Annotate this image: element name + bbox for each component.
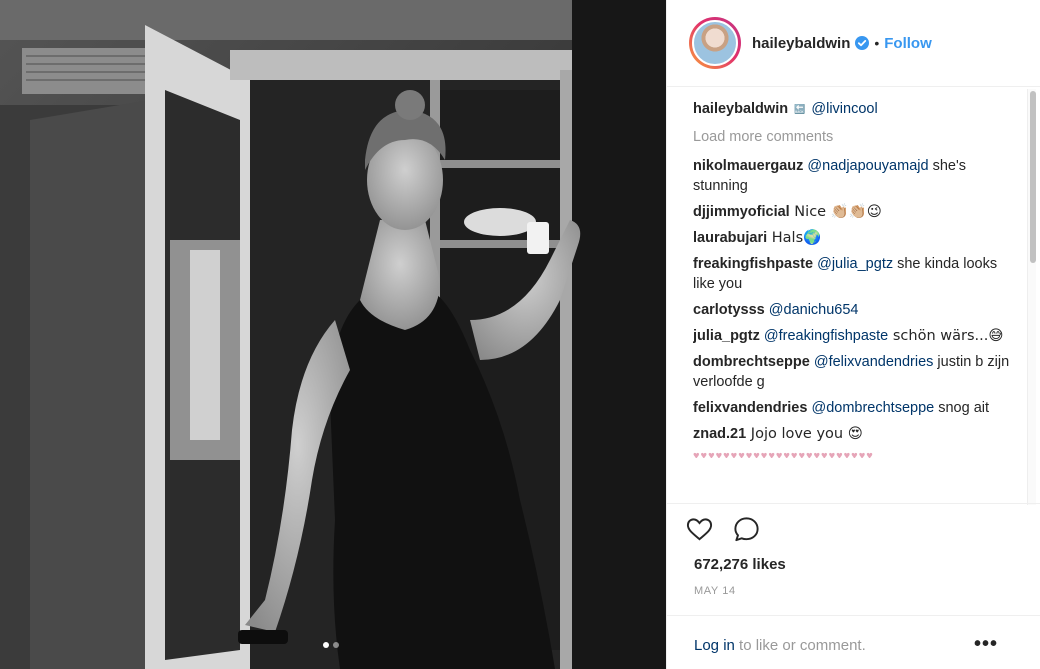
likes-count[interactable]: 672,276 likes	[694, 556, 786, 573]
caption-mention[interactable]: @livincool	[811, 101, 877, 117]
verified-badge-icon	[855, 36, 870, 50]
comment-icon[interactable]	[732, 515, 761, 544]
login-bar: Log in to like or comment. •••	[667, 615, 1040, 669]
back-arrow-icon: 🔙	[794, 104, 806, 115]
comment-mention[interactable]: @dombrechtseppe	[811, 400, 934, 416]
comment-item: znad.21 Jojo love you 😍	[693, 424, 1013, 444]
carousel-dots[interactable]	[323, 642, 339, 648]
caption: haileybaldwin 🔙 @livincool	[693, 99, 1013, 119]
login-link[interactable]: Log in	[694, 637, 735, 654]
comment-username[interactable]: laurabujari	[693, 230, 767, 246]
clipped-comment-row: ♥♥♥♥♥♥♥♥♥♥♥♥♥♥♥♥♥♥♥♥♥♥♥♥	[693, 450, 874, 458]
avatar[interactable]	[692, 20, 738, 66]
avatar-ring[interactable]	[689, 17, 741, 69]
comment-mention[interactable]: @freakingfishpaste	[764, 328, 888, 344]
comments-list[interactable]: haileybaldwin 🔙 @livincool Load more com…	[693, 99, 1013, 503]
comment-username[interactable]: felixvandendries	[693, 400, 807, 416]
author-username[interactable]: haileybaldwin	[752, 35, 850, 52]
comment-username[interactable]: julia_pgtz	[693, 328, 760, 344]
post-header: haileybaldwin • Follow	[667, 0, 1040, 87]
comment-item: carlotysss @danichu654	[693, 300, 1013, 320]
carousel-dot[interactable]	[323, 642, 329, 648]
comment-item: dombrechtseppe @felixvandendries justin …	[693, 352, 1013, 392]
comment-item: felixvandendries @dombrechtseppe snog ai…	[693, 398, 1013, 418]
login-prompt: Log in to like or comment.	[694, 637, 866, 654]
comment-text: schön wärs...😅	[888, 328, 1004, 344]
comment-mention[interactable]: @felixvandendries	[814, 354, 934, 370]
header-separator: •	[874, 35, 880, 51]
comment-item: julia_pgtz @freakingfishpaste schön wärs…	[693, 326, 1013, 346]
comment-username[interactable]: znad.21	[693, 426, 746, 442]
comment-item: nikolmauergauz @nadjapouyamajd she's stu…	[693, 156, 1013, 196]
comment-mention[interactable]: @danichu654	[769, 302, 859, 318]
comment-username[interactable]: carlotysss	[693, 302, 765, 318]
comment-item: freakingfishpaste @julia_pgtz she kinda …	[693, 254, 1013, 294]
scrollbar-thumb[interactable]	[1030, 91, 1036, 263]
comment-text: Hals🌍	[767, 230, 822, 246]
comment-mention[interactable]: @nadjapouyamajd	[807, 158, 928, 174]
comment-text: snog ait	[934, 400, 990, 416]
comment-username[interactable]: djjimmyoficial	[693, 204, 790, 220]
more-options-icon[interactable]: •••	[974, 633, 998, 656]
comment-item: djjimmyoficial Nice 👏🏼👏🏼😉	[693, 202, 1013, 222]
comments-scrollbar[interactable]	[1027, 89, 1036, 505]
comment-username[interactable]: freakingfishpaste	[693, 256, 813, 272]
post-actions: 672,276 likes MAY 14 Log in to like or c…	[667, 503, 1040, 669]
follow-button[interactable]: Follow	[884, 35, 932, 52]
comment-item: laurabujari Hals🌍	[693, 228, 1013, 248]
post-side-panel: haileybaldwin • Follow haileybaldwin 🔙 @…	[666, 0, 1040, 669]
post-date[interactable]: MAY 14	[694, 585, 736, 597]
comment-mention[interactable]: @julia_pgtz	[817, 256, 893, 272]
comment-text: Nice 👏🏼👏🏼😉	[789, 204, 882, 220]
comment-username[interactable]: nikolmauergauz	[693, 158, 803, 174]
comment-text: Jojo love you 😍	[746, 426, 863, 442]
login-prompt-text: to like or comment.	[734, 637, 866, 654]
load-more-comments-button[interactable]: Load more comments	[693, 127, 1013, 147]
caption-username[interactable]: haileybaldwin	[693, 101, 788, 117]
comment-username[interactable]: dombrechtseppe	[693, 354, 810, 370]
carousel-dot[interactable]	[333, 642, 339, 648]
post-photo[interactable]	[0, 0, 666, 669]
heart-icon[interactable]	[685, 515, 714, 544]
photo-illustration	[0, 0, 666, 669]
